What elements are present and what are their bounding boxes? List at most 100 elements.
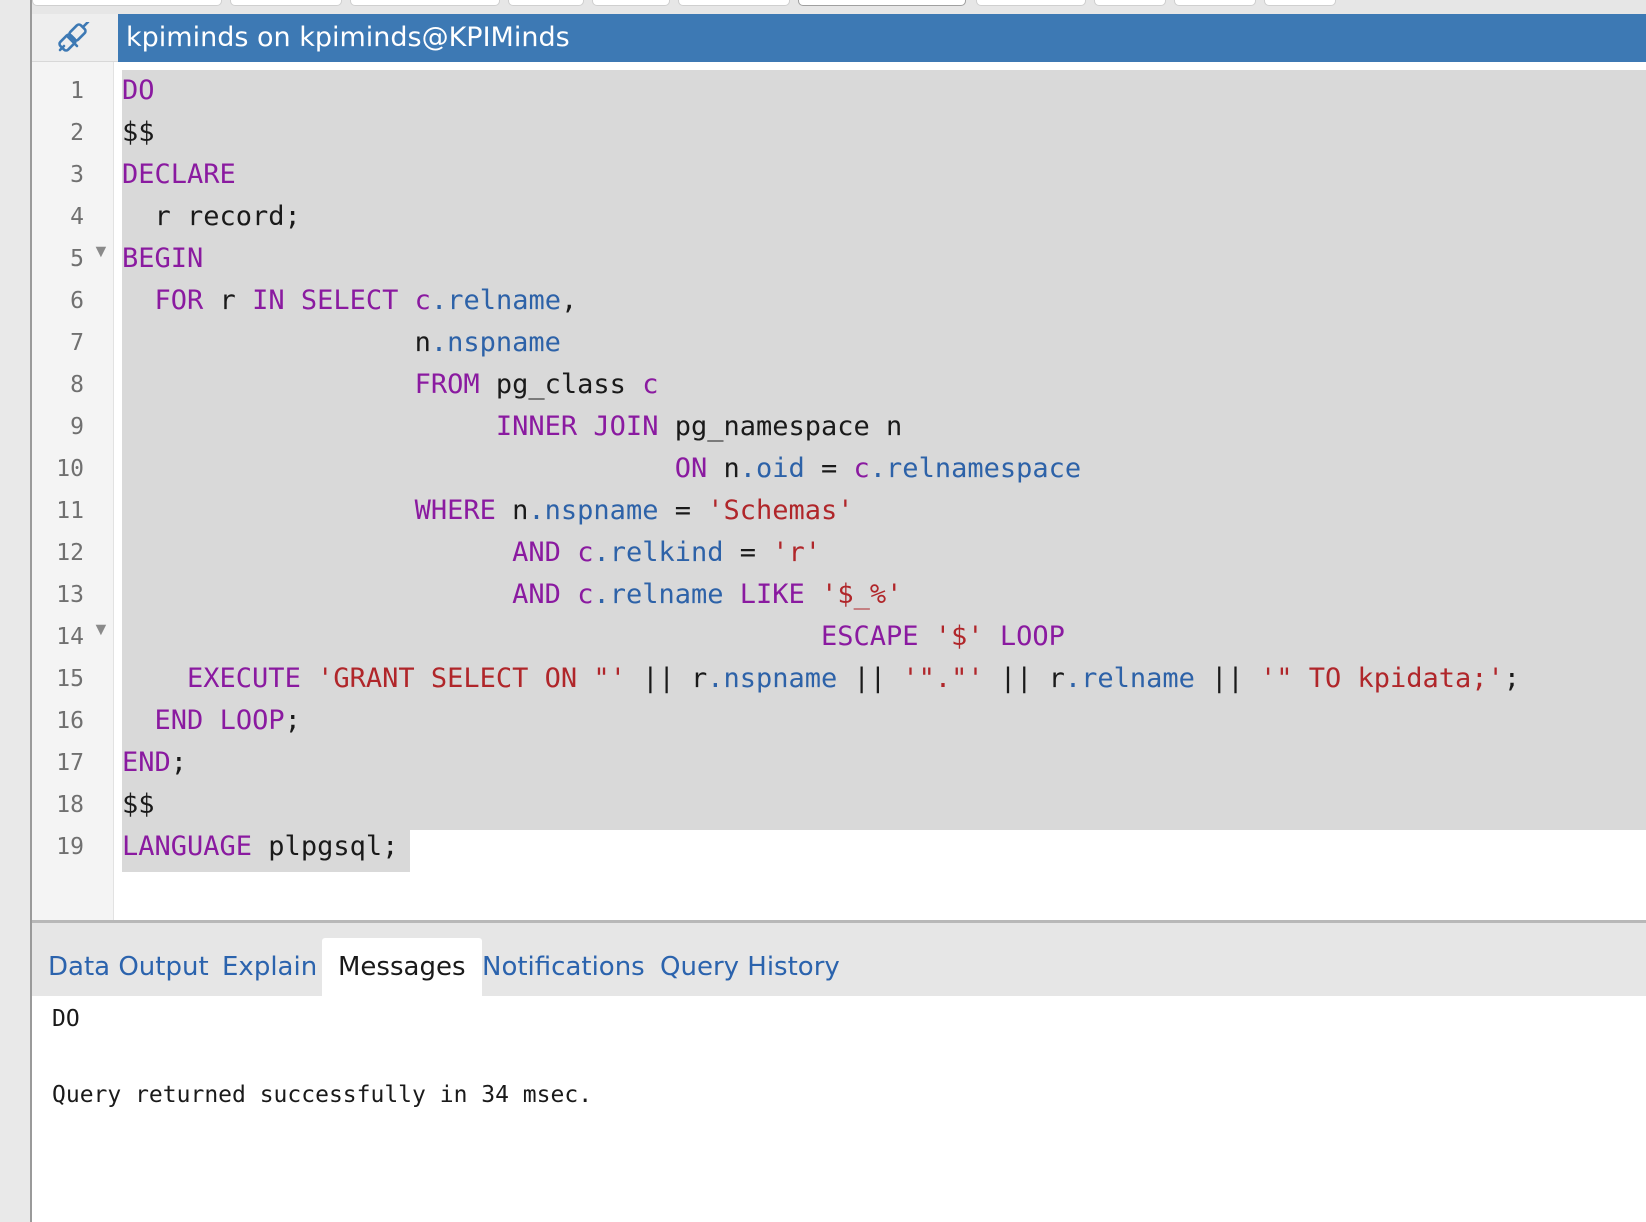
top-tab-stub-active[interactable] bbox=[798, 0, 966, 6]
code-text[interactable]: ESCAPE '$' LOOP bbox=[122, 616, 1065, 658]
line-number: 19 bbox=[56, 834, 84, 860]
keyword-token: c bbox=[642, 369, 659, 400]
code-text[interactable]: WHERE n.nspname = 'Schemas' bbox=[122, 490, 854, 532]
code-text[interactable]: $$ bbox=[122, 112, 155, 154]
plain-token: n bbox=[707, 453, 740, 484]
code-text[interactable]: FOR r IN SELECT c.relname, bbox=[122, 280, 578, 322]
property-token: .nspname bbox=[430, 327, 561, 358]
keyword-token: LOOP bbox=[999, 621, 1065, 652]
code-text[interactable]: n.nspname bbox=[122, 322, 561, 364]
string-token: '"."' bbox=[902, 663, 984, 694]
panel-splitter[interactable] bbox=[32, 920, 1646, 928]
top-tab-stub[interactable] bbox=[350, 0, 500, 6]
code-text[interactable]: INNER JOIN pg_namespace n bbox=[122, 406, 902, 448]
plain-token: n bbox=[495, 495, 529, 526]
fold-marker-icon[interactable]: ▼ bbox=[92, 620, 110, 638]
code-line: 5 ▼ BEGIN bbox=[32, 238, 1646, 280]
top-tab-stub[interactable] bbox=[32, 0, 222, 6]
code-line: 12 AND c.relkind = 'r' bbox=[32, 532, 1646, 574]
code-line: 3 DECLARE bbox=[32, 154, 1646, 196]
line-number: 11 bbox=[56, 498, 84, 524]
top-tab-strip bbox=[32, 0, 1646, 14]
line-number: 5 bbox=[70, 246, 84, 272]
keyword-token: WHERE bbox=[414, 495, 496, 526]
top-tab-stub[interactable] bbox=[976, 0, 1086, 6]
tab-notifications[interactable]: Notifications bbox=[466, 938, 661, 996]
string-token: 'GRANT SELECT ON "' bbox=[317, 663, 626, 694]
top-tab-stub[interactable] bbox=[1174, 0, 1256, 6]
top-tab-stub[interactable] bbox=[508, 0, 584, 6]
query-title-bar: kpiminds on kpiminds@KPIMinds bbox=[32, 14, 1646, 62]
plug-link-icon[interactable] bbox=[56, 22, 92, 54]
code-text[interactable]: LANGUAGE plpgsql; bbox=[122, 826, 398, 868]
code-text[interactable]: DO bbox=[122, 70, 155, 112]
code-lines: 1 DO 2 $$ 3 DECLARE 4 r record; 5 ▼ BEGI… bbox=[32, 70, 1646, 868]
code-text[interactable]: r record; bbox=[122, 196, 301, 238]
line-number: 4 bbox=[70, 204, 84, 230]
keyword-token: AND bbox=[512, 537, 561, 568]
code-line: 7 n.nspname bbox=[32, 322, 1646, 364]
code-text[interactable]: ON n.oid = c.relnamespace bbox=[122, 448, 1081, 490]
property-token: .relname bbox=[430, 285, 561, 316]
code-text[interactable]: EXECUTE 'GRANT SELECT ON "' || r.nspname… bbox=[122, 658, 1520, 700]
keyword-token: LIKE bbox=[739, 579, 805, 610]
keyword-token: DECLARE bbox=[122, 159, 236, 190]
line-number: 2 bbox=[70, 120, 84, 146]
plain-token: || bbox=[837, 663, 903, 694]
plain-token: = bbox=[658, 495, 708, 526]
keyword-token: ON bbox=[674, 453, 708, 484]
plain-token: ; bbox=[170, 747, 188, 778]
code-text[interactable]: AND c.relname LIKE '$_%' bbox=[122, 574, 902, 616]
tab-query-history[interactable]: Query History bbox=[644, 938, 856, 996]
top-tab-stub[interactable] bbox=[1094, 0, 1166, 6]
tab-data-output[interactable]: Data Output bbox=[32, 938, 225, 996]
code-text[interactable]: END LOOP; bbox=[122, 700, 301, 742]
top-tab-stub[interactable] bbox=[678, 0, 790, 6]
line-number: 15 bbox=[56, 666, 84, 692]
top-tab-stub[interactable] bbox=[1264, 0, 1336, 6]
top-tab-stub[interactable] bbox=[230, 0, 342, 6]
code-line: 16 END LOOP; bbox=[32, 700, 1646, 742]
code-text[interactable]: END; bbox=[122, 742, 187, 784]
line-number: 12 bbox=[56, 540, 84, 566]
tab-explain[interactable]: Explain bbox=[206, 938, 333, 996]
property-token: .relnamespace bbox=[869, 453, 1082, 484]
line-number: 1 bbox=[70, 78, 84, 104]
sql-editor[interactable]: 1 DO 2 $$ 3 DECLARE 4 r record; 5 ▼ BEGI… bbox=[32, 62, 1646, 920]
code-line: 2 $$ bbox=[32, 112, 1646, 154]
plain-token: || r bbox=[983, 663, 1065, 694]
line-number: 13 bbox=[56, 582, 84, 608]
keyword-token: c bbox=[853, 453, 870, 484]
code-text[interactable]: BEGIN bbox=[122, 238, 203, 280]
tab-messages[interactable]: Messages bbox=[322, 938, 482, 996]
plain-token: ; bbox=[1503, 663, 1521, 694]
code-text[interactable]: AND c.relkind = 'r' bbox=[122, 532, 821, 574]
keyword-token: ESCAPE bbox=[820, 621, 919, 652]
message-line: Query returned successfully in 34 msec. bbox=[52, 1082, 593, 1108]
keyword-token: JOIN bbox=[593, 411, 659, 442]
keyword-token: c bbox=[577, 537, 594, 568]
code-line: 14 ▼ ESCAPE '$' LOOP bbox=[32, 616, 1646, 658]
code-line: 15 EXECUTE 'GRANT SELECT ON "' || r.nspn… bbox=[32, 658, 1646, 700]
code-text[interactable]: DECLARE bbox=[122, 154, 236, 196]
keyword-token: SELECT bbox=[300, 285, 399, 316]
code-text[interactable]: $$ bbox=[122, 784, 155, 826]
code-text[interactable]: FROM pg_class c bbox=[122, 364, 659, 406]
code-line: 19 LANGUAGE plpgsql; bbox=[32, 826, 1646, 868]
top-tab-stub[interactable] bbox=[592, 0, 670, 6]
property-token: .nspname bbox=[707, 663, 838, 694]
keyword-token: LANGUAGE bbox=[122, 831, 253, 862]
line-number: 14 bbox=[56, 624, 84, 650]
fold-marker-icon[interactable]: ▼ bbox=[92, 242, 110, 260]
plain-token: $$ bbox=[122, 789, 155, 820]
